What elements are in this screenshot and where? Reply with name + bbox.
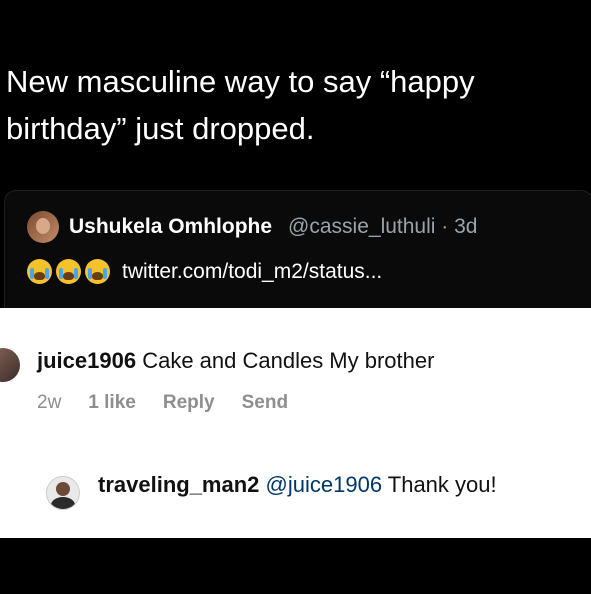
quoted-tweet-card[interactable]: Ushukela Omhlophe @cassie_luthuli · 3d t… xyxy=(4,190,591,311)
comment-1-meta: 2w 1 like Reply Send xyxy=(37,392,315,414)
comments-screenshot: juice1906 Cake and Candles My brother 2w… xyxy=(0,308,591,538)
comment-username[interactable]: traveling_man2 xyxy=(98,472,259,497)
comment-text: Thank you! xyxy=(382,472,497,497)
comment-age: 2w xyxy=(37,392,62,413)
avatar[interactable] xyxy=(46,476,80,510)
avatar[interactable] xyxy=(27,211,59,243)
loudly-crying-face-icon xyxy=(56,259,81,284)
bottom-border xyxy=(0,538,591,594)
loudly-crying-face-icon xyxy=(27,259,52,284)
comment-2: traveling_man2 @juice1906 Thank you! xyxy=(98,470,528,500)
comment-username[interactable]: juice1906 xyxy=(37,348,136,373)
quoted-tweet-body: twitter.com/todi_m2/status... xyxy=(27,259,382,284)
tweet-link[interactable]: twitter.com/todi_m2/status... xyxy=(122,260,382,284)
reply-button[interactable]: Reply xyxy=(163,392,215,414)
comment-1: juice1906 Cake and Candles My brother xyxy=(37,348,434,374)
quoted-author-handle: @cassie_luthuli · 3d xyxy=(288,215,478,238)
comment-text: Cake and Candles My brother xyxy=(136,348,435,373)
mention-link[interactable]: @juice1906 xyxy=(266,472,383,497)
loudly-crying-face-icon xyxy=(85,259,110,284)
like-count[interactable]: 1 like xyxy=(88,392,136,414)
quoted-tweet-header: Ushukela Omhlophe @cassie_luthuli · 3d xyxy=(27,211,477,243)
quoted-author-name[interactable]: Ushukela Omhlophe xyxy=(69,215,272,239)
avatar[interactable] xyxy=(0,348,20,382)
send-button[interactable]: Send xyxy=(242,392,288,414)
headline-text: New masculine way to say “happy birthday… xyxy=(6,64,475,146)
